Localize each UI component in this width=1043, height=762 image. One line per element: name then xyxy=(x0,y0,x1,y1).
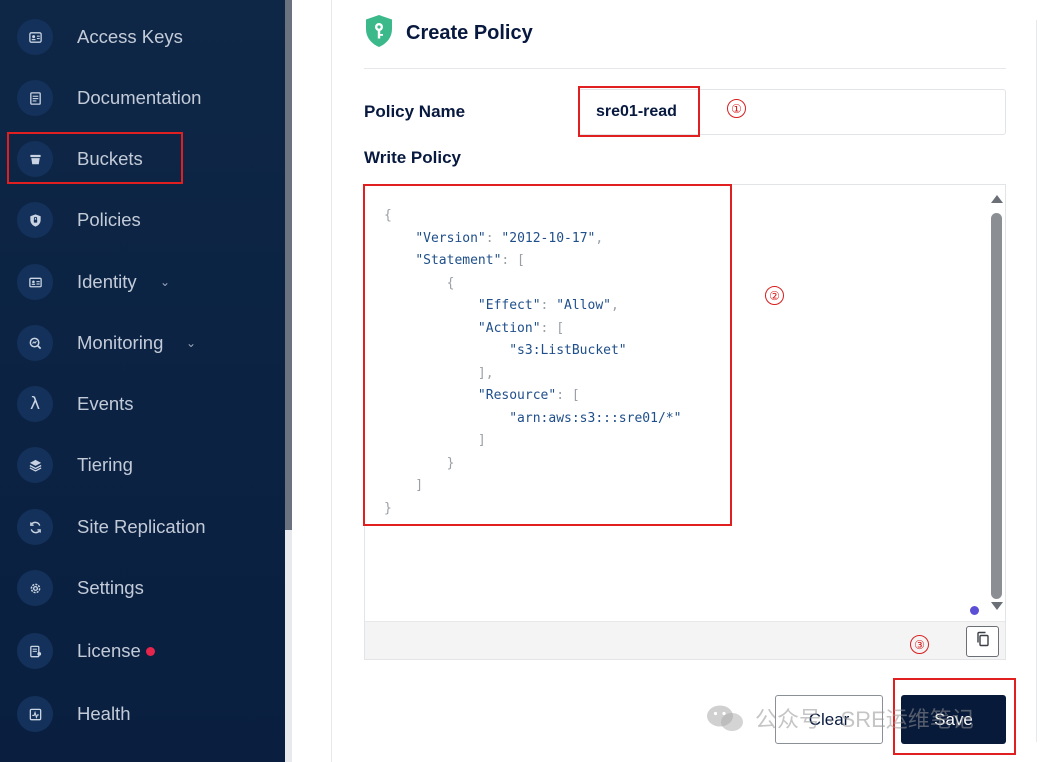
clear-button[interactable]: Clear xyxy=(775,695,883,744)
lambda-icon: λ xyxy=(17,386,53,422)
wechat-logo-icon xyxy=(707,705,743,731)
code-line: { xyxy=(384,208,392,223)
sidebar-item-license[interactable]: License xyxy=(0,623,285,679)
write-policy-label: Write Policy xyxy=(364,148,461,167)
editor-scrollbar-thumb[interactable] xyxy=(991,213,1002,599)
column-divider xyxy=(331,0,332,762)
sidebar-item-label: Events xyxy=(77,393,134,414)
sidebar-item-label: Tiering xyxy=(77,454,133,475)
annotation-marker-2: ② xyxy=(765,286,784,305)
scroll-down-arrow-icon[interactable] xyxy=(991,602,1003,610)
code-line: "Action": [ xyxy=(477,320,565,336)
layers-icon xyxy=(17,447,53,483)
sidebar-item-label: Site Replication xyxy=(77,516,206,537)
sidebar-scrollbar-thumb[interactable] xyxy=(285,0,292,530)
policy-code[interactable]: { "Version": "2012-10-17", "Statement": … xyxy=(384,205,681,520)
annotation-marker-1: ① xyxy=(727,99,746,118)
sidebar-item-events[interactable]: λ Events xyxy=(0,376,285,432)
document-icon xyxy=(17,80,53,116)
sidebar-item-identity[interactable]: Identity ⌄ xyxy=(0,254,285,310)
copy-icon xyxy=(975,631,991,652)
policy-name-label: Policy Name xyxy=(364,102,466,121)
sidebar-item-label: Monitoring xyxy=(77,332,164,353)
code-line: "arn:aws:s3:::sre01/*" xyxy=(509,410,682,426)
page-title: Create Policy xyxy=(406,22,533,44)
chevron-down-icon: ⌄ xyxy=(160,275,171,289)
sidebar-item-label: Settings xyxy=(77,577,144,598)
annotation-marker-3: ③ xyxy=(910,635,929,654)
header-divider xyxy=(364,68,1006,69)
save-button[interactable]: Save xyxy=(901,695,1006,744)
sidebar-item-monitoring[interactable]: Monitoring ⌄ xyxy=(0,315,285,371)
copy-button[interactable] xyxy=(966,626,999,657)
sidebar: Access Keys Documentation Buckets Polici… xyxy=(0,0,285,762)
sidebar-item-settings[interactable]: Settings xyxy=(0,560,285,616)
code-line: ] xyxy=(384,478,424,493)
sidebar-item-label: Health xyxy=(77,703,131,724)
sidebar-item-tiering[interactable]: Tiering xyxy=(0,437,285,493)
sidebar-item-label: Access Keys xyxy=(77,26,183,47)
sidebar-item-health[interactable]: Health xyxy=(0,686,285,742)
code-line: } xyxy=(384,500,392,516)
bucket-icon xyxy=(17,141,53,177)
sidebar-item-site-replication[interactable]: Site Replication xyxy=(0,499,285,555)
id-card-icon xyxy=(17,264,53,300)
magnifier-chart-icon xyxy=(17,325,53,361)
sidebar-scrollbar[interactable] xyxy=(285,0,292,762)
resize-handle[interactable] xyxy=(970,606,979,615)
code-line: "s3:ListBucket" xyxy=(509,343,627,358)
sidebar-item-label: Policies xyxy=(77,209,141,230)
license-icon xyxy=(17,633,53,669)
code-line: "Version": "2012-10-17", xyxy=(415,230,604,246)
code-line: "Statement": [ xyxy=(415,253,525,268)
gear-icon xyxy=(17,570,53,606)
sidebar-item-policies[interactable]: Policies xyxy=(0,192,285,248)
replication-icon xyxy=(17,509,53,545)
sidebar-item-label: Documentation xyxy=(77,87,202,108)
policy-name-input[interactable] xyxy=(578,89,1006,135)
chevron-down-icon: ⌄ xyxy=(186,336,197,350)
editor-scrollbar[interactable] xyxy=(989,195,1003,615)
code-line: "Resource": [ xyxy=(477,388,580,403)
sidebar-item-buckets[interactable]: Buckets xyxy=(0,131,285,187)
policy-editor[interactable]: { "Version": "2012-10-17", "Statement": … xyxy=(364,184,1006,660)
license-alert-dot xyxy=(146,647,155,656)
code-line: ], xyxy=(384,365,494,381)
code-line: "Effect": "Allow", xyxy=(477,298,619,313)
sidebar-item-documentation[interactable]: Documentation xyxy=(0,70,285,126)
sidebar-item-label: Buckets xyxy=(77,148,143,169)
health-icon xyxy=(17,696,53,732)
sidebar-item-access-keys[interactable]: Access Keys xyxy=(0,9,285,65)
right-divider xyxy=(1036,20,1037,742)
code-line: ] xyxy=(384,433,486,448)
code-line: { xyxy=(384,275,455,291)
shield-icon xyxy=(17,202,53,238)
editor-footer xyxy=(365,621,1005,659)
key-card-icon xyxy=(17,19,53,55)
code-line: } xyxy=(384,455,455,471)
sidebar-item-label: License xyxy=(77,640,141,661)
sidebar-item-label: Identity xyxy=(77,271,137,292)
shield-key-icon xyxy=(365,14,393,48)
scroll-up-arrow-icon[interactable] xyxy=(991,195,1003,203)
